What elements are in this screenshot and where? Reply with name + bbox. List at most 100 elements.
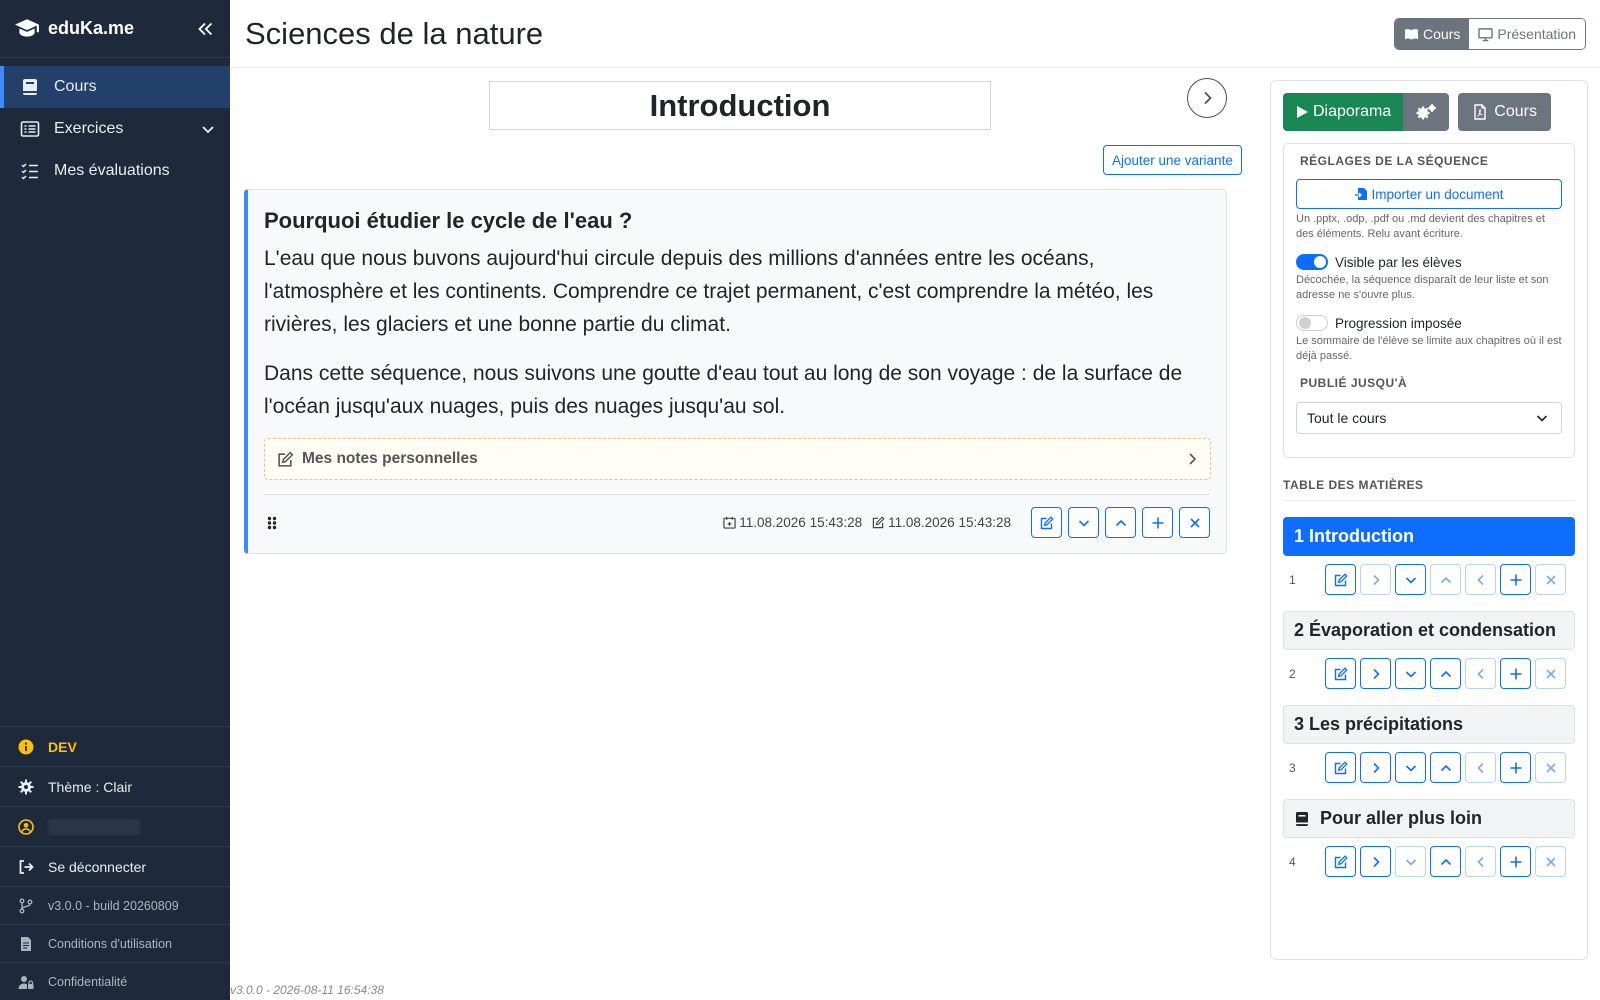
toc-delete-button[interactable] xyxy=(1535,658,1566,689)
graduation-cap-icon xyxy=(15,18,39,37)
chevron-down-icon xyxy=(202,126,214,134)
visible-toggle[interactable] xyxy=(1296,254,1328,270)
personal-notes-toggle[interactable]: Mes notes personnelles xyxy=(264,438,1211,480)
toc-indent-button[interactable] xyxy=(1360,658,1391,689)
close-icon xyxy=(1545,856,1556,867)
theme-label: Thème : Clair xyxy=(48,778,133,795)
plus-icon xyxy=(1510,574,1521,585)
toc-delete-button[interactable] xyxy=(1535,846,1566,877)
terms-link[interactable]: Conditions d'utilisation xyxy=(0,924,230,962)
version-label: v3.0.0 - build 20260809 xyxy=(48,898,179,913)
add-variant-button[interactable]: Ajouter une variante xyxy=(1103,145,1242,175)
edit-button[interactable] xyxy=(1031,507,1062,538)
plus-icon xyxy=(1510,856,1521,867)
toc-item-label: Pour aller plus loin xyxy=(1320,808,1483,828)
toc-outdent-button[interactable] xyxy=(1465,564,1496,595)
toc-indent-button[interactable] xyxy=(1360,564,1391,595)
toc-edit-button[interactable] xyxy=(1325,658,1356,689)
toc-indent-button[interactable] xyxy=(1360,846,1391,877)
chevron-down-icon xyxy=(1405,576,1416,584)
toc-delete-button[interactable] xyxy=(1535,564,1566,595)
toc-add-button[interactable] xyxy=(1500,564,1531,595)
user-account[interactable] xyxy=(0,806,230,846)
chevron-right-icon xyxy=(1372,856,1380,867)
settings-heading: RÉGLAGES DE LA SÉQUENCE xyxy=(1300,154,1489,168)
add-element-button[interactable] xyxy=(1142,507,1173,538)
chevron-right-icon xyxy=(1204,91,1212,105)
plus-icon xyxy=(1510,668,1521,679)
sidebar: eduKa.me Cours Exercices Mes évaluations… xyxy=(0,0,230,1000)
card-footer: 11.08.2026 15:43:28 11.08.2026 15:43:28 xyxy=(264,494,1210,550)
toc-move-down-button[interactable] xyxy=(1395,846,1426,877)
toc-add-button[interactable] xyxy=(1500,658,1531,689)
toc-outdent-button[interactable] xyxy=(1465,752,1496,783)
toc-item-evaporation[interactable]: 2 Évaporation et condensation xyxy=(1283,611,1575,650)
collapse-sidebar-icon[interactable] xyxy=(194,18,216,40)
content-card: Pourquoi étudier le cycle de l'eau ? L'e… xyxy=(244,189,1227,554)
toc-item-precipitations[interactable]: 3 Les précipitations xyxy=(1283,705,1575,744)
chevron-up-icon xyxy=(1440,764,1451,771)
env-label: DEV xyxy=(48,738,77,755)
toc-move-up-button[interactable] xyxy=(1430,658,1461,689)
toc-move-down-button[interactable] xyxy=(1395,752,1426,783)
sidebar-item-exercices[interactable]: Exercices xyxy=(0,108,230,150)
sidebar-item-evaluations[interactable]: Mes évaluations xyxy=(0,150,230,192)
next-chapter-button[interactable] xyxy=(1187,78,1227,118)
toc-move-up-button[interactable] xyxy=(1430,564,1461,595)
version-link[interactable]: v3.0.0 - build 20260809 xyxy=(0,886,230,924)
toc-item-label: 2 Évaporation et condensation xyxy=(1294,620,1557,640)
edit-icon xyxy=(1040,515,1054,529)
toc-actions: 1 xyxy=(1283,564,1575,595)
export-cours-button[interactable]: Cours xyxy=(1458,93,1551,131)
logout-button[interactable]: Se déconnecter xyxy=(0,846,230,886)
chapter-title[interactable]: Introduction xyxy=(489,81,991,130)
toc-edit-button[interactable] xyxy=(1325,752,1356,783)
diaporama-button[interactable]: Diaporama xyxy=(1283,93,1404,131)
chevron-up-icon xyxy=(1440,576,1451,583)
toc-move-up-button[interactable] xyxy=(1430,846,1461,877)
toc-outdent-button[interactable] xyxy=(1465,658,1496,689)
mode-cours-button[interactable]: Cours xyxy=(1395,19,1470,49)
progression-toggle[interactable] xyxy=(1296,315,1328,331)
toc-item-introduction[interactable]: 1 Introduction xyxy=(1283,517,1575,556)
user-lock-icon xyxy=(18,975,34,989)
delete-button[interactable] xyxy=(1179,507,1210,538)
sidebar-item-cours[interactable]: Cours xyxy=(0,66,230,108)
toc-item-pour-aller-plus-loin[interactable]: Pour aller plus loin xyxy=(1283,799,1575,838)
toc-move-up-button[interactable] xyxy=(1430,752,1461,783)
toc-add-button[interactable] xyxy=(1500,846,1531,877)
edit-icon xyxy=(278,451,294,467)
toc-move-down-button[interactable] xyxy=(1395,564,1426,595)
import-document-button[interactable]: Importer un document xyxy=(1296,179,1562,209)
toc-number: 3 xyxy=(1289,760,1296,775)
mode-cours-label: Cours xyxy=(1423,26,1461,42)
mode-presentation-button[interactable]: Présentation xyxy=(1469,19,1585,49)
page-header: Sciences de la nature Cours Présentation xyxy=(230,0,1600,68)
toc-item-label: 3 Les précipitations xyxy=(1294,714,1464,734)
file-pdf-icon xyxy=(1474,104,1486,120)
diaporama-settings-button[interactable] xyxy=(1403,93,1450,131)
export-cours-label: Cours xyxy=(1494,103,1537,120)
calendar-plus-icon xyxy=(723,516,736,529)
toc-indent-button[interactable] xyxy=(1360,752,1391,783)
theme-toggle[interactable]: Thème : Clair xyxy=(0,766,230,806)
toc-delete-button[interactable] xyxy=(1535,752,1566,783)
move-down-button[interactable] xyxy=(1068,507,1099,538)
import-help: Un .pptx, .odp, .pdf ou .md devient des … xyxy=(1296,213,1545,240)
chevron-up-icon xyxy=(1440,858,1451,865)
toc-outdent-button[interactable] xyxy=(1465,846,1496,877)
right-panel: Diaporama Cours RÉGLAGES DE LA SÉQUENCE … xyxy=(1270,80,1588,960)
published-until-select[interactable]: Tout le cours xyxy=(1296,402,1562,434)
toc-move-down-button[interactable] xyxy=(1395,658,1426,689)
plus-icon xyxy=(1152,517,1163,528)
drag-handle-icon[interactable] xyxy=(264,515,280,531)
move-up-button[interactable] xyxy=(1105,507,1136,538)
brand: eduKa.me xyxy=(0,0,230,58)
toc-add-button[interactable] xyxy=(1500,752,1531,783)
toc-edit-button[interactable] xyxy=(1325,846,1356,877)
chevron-down-icon xyxy=(1405,764,1416,772)
toc-actions: 3 xyxy=(1283,752,1575,783)
privacy-link[interactable]: Confidentialité xyxy=(0,962,230,1000)
toc-edit-button[interactable] xyxy=(1325,564,1356,595)
gears-icon xyxy=(1416,104,1437,120)
